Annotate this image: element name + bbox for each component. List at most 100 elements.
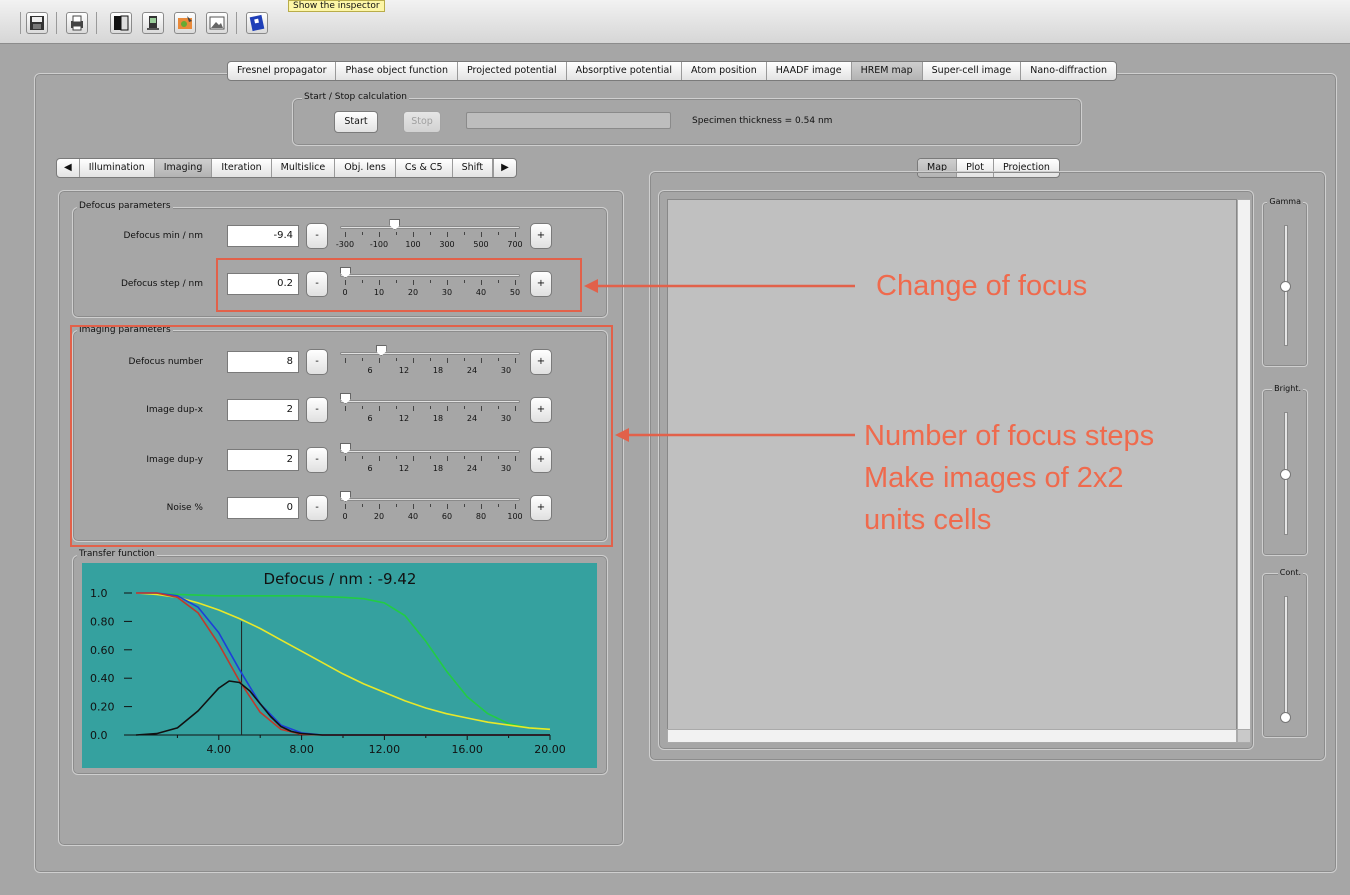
slider-tick <box>481 232 482 237</box>
tab-fresnel-propagator[interactable]: Fresnel propagator <box>228 62 337 80</box>
annotation-arrows <box>584 279 855 442</box>
transfer-function-chart: Defocus / nm : -9.42 1.0 0.80 0.60 0.40 0.20 0… <box>82 563 597 768</box>
left-tab-bar: ◀ Illumination Imaging Iteration Multisl… <box>56 158 517 178</box>
toolbar: Show the inspector <box>0 0 1350 44</box>
edit-image-icon[interactable] <box>174 12 196 34</box>
main-tab-bar: Fresnel propagator Phase object function… <box>227 61 1117 81</box>
slider-tick <box>362 232 363 235</box>
decrement-button[interactable]: - <box>306 223 328 249</box>
y-tick-label: 0.80 <box>90 615 115 628</box>
horizontal-scrollbar[interactable] <box>667 729 1237 743</box>
y-tick-label: 0.0 <box>90 729 108 742</box>
vertical-slider-label: Bright. <box>1272 384 1303 393</box>
param-label: Defocus min / nm <box>123 231 203 241</box>
slider-tick-label: 300 <box>439 240 455 249</box>
tab-iteration[interactable]: Iteration <box>212 159 272 177</box>
slider-tick <box>447 232 448 237</box>
focus-steps-annotation: Number of focus steps <box>864 420 1155 452</box>
tab-imaging[interactable]: Imaging <box>154 159 213 177</box>
slider-tick <box>345 232 346 237</box>
increment-button[interactable]: + <box>530 223 552 249</box>
steps-arrowhead <box>615 428 629 442</box>
x-tick-label: 8.00 <box>289 743 314 756</box>
param-value-field[interactable]: -9.4 <box>227 225 299 247</box>
tab-scroll-left-icon[interactable]: ◀ <box>57 159 80 177</box>
y-tick-label: 0.20 <box>90 701 115 714</box>
unit-cells-annotation: units cells <box>864 504 992 536</box>
tab-shift[interactable]: Shift <box>453 159 494 177</box>
y-tick-label: 0.40 <box>90 672 115 685</box>
specimen-thickness-status: Specimen thickness = 0.54 nm <box>692 116 833 126</box>
vertical-slider-knob[interactable] <box>1280 712 1291 723</box>
slider-tick-label: -100 <box>369 240 389 249</box>
slider-tick-label: 700 <box>507 240 523 249</box>
vertical-slider-track <box>1284 596 1288 717</box>
tab-absorptive-potential[interactable]: Absorptive potential <box>567 62 682 80</box>
toolbar-separator <box>96 12 97 34</box>
dup-annotation: Make images of 2x2 <box>864 462 1124 494</box>
book-icon[interactable] <box>246 12 268 34</box>
tab-obj-lens[interactable]: Obj. lens <box>335 159 396 177</box>
defocus-parameters-title: Defocus parameters <box>77 201 173 211</box>
x-tick-label: 12.00 <box>369 743 401 756</box>
vertical-slider-2[interactable]: Cont. <box>1262 568 1308 738</box>
series-line-4 <box>135 680 550 736</box>
tab-projected-potential[interactable]: Projected potential <box>458 62 567 80</box>
vertical-slider-1[interactable]: Bright. <box>1262 384 1308 556</box>
tab-cs-c5[interactable]: Cs & C5 <box>396 159 453 177</box>
chart-title: Defocus / nm : -9.42 <box>264 570 417 588</box>
slider-tick <box>413 232 414 237</box>
x-tick-label: 4.00 <box>207 743 232 756</box>
x-tick-label: 16.00 <box>451 743 483 756</box>
pda-icon[interactable] <box>142 12 164 34</box>
calculation-progress-bar <box>466 112 671 129</box>
toolbar-separator <box>56 12 57 34</box>
vertical-slider-0[interactable]: Gamma <box>1262 197 1308 367</box>
vertical-slider-knob[interactable] <box>1280 280 1291 292</box>
tab-atom-position[interactable]: Atom position <box>682 62 767 80</box>
tab-phase-object-function[interactable]: Phase object function <box>336 62 458 80</box>
change-of-focus-annotation: Change of focus <box>876 270 1088 302</box>
tab-nano-diffraction[interactable]: Nano-diffraction <box>1021 62 1116 80</box>
save-icon[interactable] <box>26 12 48 34</box>
slider-track <box>340 226 520 229</box>
slider-tick <box>464 232 465 235</box>
tab-illumination[interactable]: Illumination <box>80 159 155 177</box>
tab-multislice[interactable]: Multislice <box>272 159 336 177</box>
slider-tick-label: 100 <box>405 240 421 249</box>
inspector-tooltip: Show the inspector <box>288 0 385 12</box>
print-icon[interactable] <box>66 12 88 34</box>
contrast-icon[interactable] <box>110 12 132 34</box>
slider-tick <box>498 232 499 235</box>
x-tick-label: 20.00 <box>534 743 566 756</box>
toolbar-separator <box>20 12 21 34</box>
image-icon[interactable] <box>206 12 228 34</box>
stop-button[interactable]: Stop <box>403 111 441 133</box>
vertical-slider-label: Gamma <box>1267 197 1303 206</box>
slider-tick-label: 500 <box>473 240 489 249</box>
imaging-highlight-box <box>70 325 613 547</box>
scrollbar-corner <box>1237 729 1251 743</box>
focus-highlight-box <box>216 258 582 312</box>
slider-tick <box>430 232 431 235</box>
transfer-function-plot: Defocus / nm : -9.42 1.0 0.80 0.60 0.40 0.20 0… <box>90 570 566 756</box>
tab-super-cell-image[interactable]: Super-cell image <box>923 62 1022 80</box>
y-tick-label: 1.0 <box>90 587 108 600</box>
y-tick-label: 0.60 <box>90 644 115 657</box>
tab-hrem-map[interactable]: HREM map <box>851 62 923 80</box>
slider-tick <box>379 232 380 237</box>
vertical-slider-knob[interactable] <box>1280 468 1291 480</box>
start-button[interactable]: Start <box>334 111 378 133</box>
toolbar-separator <box>236 12 237 34</box>
param-label: Defocus step / nm <box>120 279 203 289</box>
vertical-slider-label: Cont. <box>1277 568 1303 577</box>
slider-tick <box>515 232 516 237</box>
calculation-group-title: Start / Stop calculation <box>302 92 409 102</box>
param-slider[interactable]: -300 -100 100 300 500 700 <box>336 218 523 254</box>
vertical-scrollbar[interactable] <box>1237 199 1251 743</box>
tab-haadf-image[interactable]: HAADF image <box>767 62 852 80</box>
slider-tick <box>396 232 397 235</box>
focus-arrowhead <box>584 279 598 293</box>
tab-scroll-right-icon[interactable]: ▶ <box>493 159 516 177</box>
slider-tick-label: -300 <box>335 240 355 249</box>
